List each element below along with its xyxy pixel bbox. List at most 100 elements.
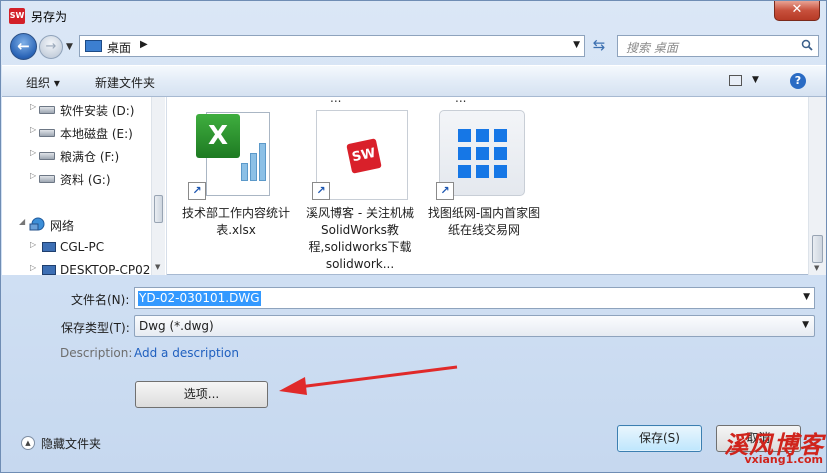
tree-item-drive-f[interactable]: ▷ 粮满仓 (F:): [2, 145, 152, 165]
tree-item-label: 资料 (G:): [60, 173, 111, 187]
filetype-select[interactable]: Dwg (*.dwg) ▼: [134, 315, 815, 337]
expand-arrow-icon[interactable]: ▷: [30, 125, 36, 134]
filetype-dropdown-icon[interactable]: ▼: [802, 320, 809, 330]
grid-app-icon: ↗: [436, 108, 532, 200]
network-icon: [29, 217, 45, 231]
file-name: 溪风博客 - 关注机械SolidWorks教程,solidworks下载soli…: [306, 206, 414, 271]
grid-cell: [458, 129, 471, 142]
chart-bar: [241, 163, 248, 181]
chart-bar: [250, 153, 257, 181]
filename-input[interactable]: YD-02-030101.DWG ▼: [134, 287, 815, 309]
watermark: 溪风博客 vxiang1.com: [724, 425, 826, 471]
grid-cell: [458, 165, 471, 178]
partial-file-label: ...: [330, 97, 342, 105]
options-button[interactable]: 选项...: [135, 381, 268, 408]
chevron-up-icon[interactable]: ▲: [21, 436, 35, 450]
drive-icon: [39, 152, 55, 160]
drive-icon: [39, 175, 55, 183]
command-toolbar: 组织 ▾ 新建文件夹 ▼ ?: [2, 65, 826, 97]
chart-bar: [259, 143, 266, 181]
organize-button[interactable]: 组织 ▾: [26, 74, 60, 91]
scroll-down-arrow-icon[interactable]: ▼: [155, 263, 160, 271]
excel-badge-icon: X: [196, 114, 240, 158]
solidworks-shortcut-icon: SW ↗: [312, 108, 408, 200]
tree-scroll-thumb[interactable]: [154, 195, 163, 223]
address-bar[interactable]: 桌面 ▶ ▼: [79, 35, 585, 57]
annotation-arrow: [279, 365, 458, 395]
shortcut-arrow-icon: ↗: [188, 182, 206, 200]
search-icon[interactable]: [801, 39, 813, 51]
filename-dropdown-icon[interactable]: ▼: [803, 292, 810, 302]
file-name: 找图纸网-国内首家图纸在线交易网: [427, 206, 541, 237]
tree-scrollbar[interactable]: ▼: [151, 97, 165, 275]
tree-item-label: 软件安装 (D:): [60, 104, 135, 118]
add-description-link[interactable]: Add a description: [134, 346, 239, 360]
drive-icon: [39, 106, 55, 114]
description-label: Description:: [60, 346, 133, 360]
file-list-scroll-thumb[interactable]: [812, 235, 823, 263]
file-item-tuzhi-link[interactable]: ↗ 找图纸网-国内首家图纸在线交易网: [424, 108, 544, 239]
file-list: ... ... X ↗ 技术部工作内容统计表.xlsx SW ↗ 溪风博客 - …: [168, 97, 808, 275]
file-item-solidworks-link[interactable]: SW ↗ 溪风博客 - 关注机械SolidWorks教程,solidworks下…: [300, 108, 420, 273]
grid-cell: [494, 147, 507, 160]
forward-button[interactable]: →: [39, 35, 63, 59]
tree-item-drive-d[interactable]: ▷ 软件安装 (D:): [2, 99, 152, 119]
change-view-icon[interactable]: [729, 75, 742, 86]
tree-item-label: 网络: [50, 219, 75, 233]
grid-cell: [458, 147, 471, 160]
computer-icon: [42, 242, 56, 252]
shortcut-arrow-icon: ↗: [436, 182, 454, 200]
file-list-scrollbar[interactable]: ▼: [808, 97, 826, 275]
tree-item-label: 本地磁盘 (E:): [60, 127, 133, 141]
new-folder-button[interactable]: 新建文件夹: [95, 74, 155, 91]
expand-arrow-icon[interactable]: ▷: [30, 240, 36, 249]
filename-label: 文件名(N):: [71, 293, 130, 307]
tree-item-desktop-cp02[interactable]: ▷ DESKTOP-CP02: [2, 260, 152, 275]
save-as-dialog: SW 另存为 ✕ ← → ▼ 桌面 ▶ ▼ ⇆ 搜索 桌面 组织 ▾ 新建文件夹…: [0, 0, 827, 473]
watermark-url: vxiang1.com: [744, 453, 823, 466]
address-location[interactable]: 桌面: [107, 39, 131, 56]
address-dropdown-icon[interactable]: ▼: [573, 40, 580, 50]
filetype-label: 保存类型(T):: [61, 321, 130, 335]
expand-arrow-icon[interactable]: ▷: [30, 263, 36, 272]
browser-pane: ▷ 软件安装 (D:) ▷ 本地磁盘 (E:) ▷ 粮满仓 (F:) ▷ 资料 …: [2, 97, 826, 275]
filetype-value: Dwg (*.dwg): [139, 319, 214, 333]
dialog-title: 另存为: [31, 10, 68, 24]
scroll-down-arrow-icon[interactable]: ▼: [814, 264, 819, 272]
save-button[interactable]: 保存(S): [617, 425, 702, 452]
partial-file-label: ...: [455, 97, 467, 105]
expand-arrow-icon[interactable]: ▷: [30, 102, 36, 111]
tree-item-drive-g[interactable]: ▷ 资料 (G:): [2, 168, 152, 188]
computer-icon: [42, 265, 56, 275]
grid-cell: [476, 129, 489, 142]
shortcut-arrow-icon: ↗: [312, 182, 330, 200]
view-dropdown-icon[interactable]: ▼: [752, 75, 759, 85]
tree-item-label: DESKTOP-CP02: [60, 263, 151, 275]
tree-item-label: CGL-PC: [60, 240, 105, 254]
expand-arrow-icon[interactable]: ▷: [30, 171, 36, 180]
filename-value[interactable]: YD-02-030101.DWG: [138, 291, 261, 306]
refresh-icon[interactable]: ⇆: [587, 35, 611, 57]
address-row: ← → ▼ 桌面 ▶ ▼ ⇆ 搜索 桌面: [1, 31, 826, 63]
help-icon[interactable]: ?: [790, 73, 806, 89]
solidworks-app-icon: SW: [9, 8, 25, 24]
file-name: 技术部工作内容统计表.xlsx: [181, 206, 290, 237]
chevron-right-icon[interactable]: ▶: [140, 39, 148, 50]
collapse-arrow-icon[interactable]: ◢: [19, 217, 25, 226]
excel-file-icon: X ↗: [188, 108, 284, 200]
tree-item-cgl-pc[interactable]: ▷ CGL-PC: [2, 237, 152, 257]
search-placeholder: 搜索 桌面: [626, 41, 678, 55]
search-input[interactable]: 搜索 桌面: [617, 35, 819, 57]
expand-arrow-icon[interactable]: ▷: [30, 148, 36, 157]
close-button[interactable]: ✕: [774, 1, 820, 21]
tree-item-network[interactable]: ◢ 网络: [2, 214, 152, 234]
recent-locations-dropdown-icon[interactable]: ▼: [66, 42, 73, 52]
tree-item-drive-e[interactable]: ▷ 本地磁盘 (E:): [2, 122, 152, 142]
grid-cell: [476, 165, 489, 178]
file-item-xlsx[interactable]: X ↗ 技术部工作内容统计表.xlsx: [176, 108, 296, 239]
grid-cell: [494, 129, 507, 142]
back-button[interactable]: ←: [10, 33, 37, 60]
title-bar: SW 另存为 ✕: [1, 1, 826, 31]
drive-icon: [39, 129, 55, 137]
solidworks-logo-icon: SW: [346, 138, 382, 174]
